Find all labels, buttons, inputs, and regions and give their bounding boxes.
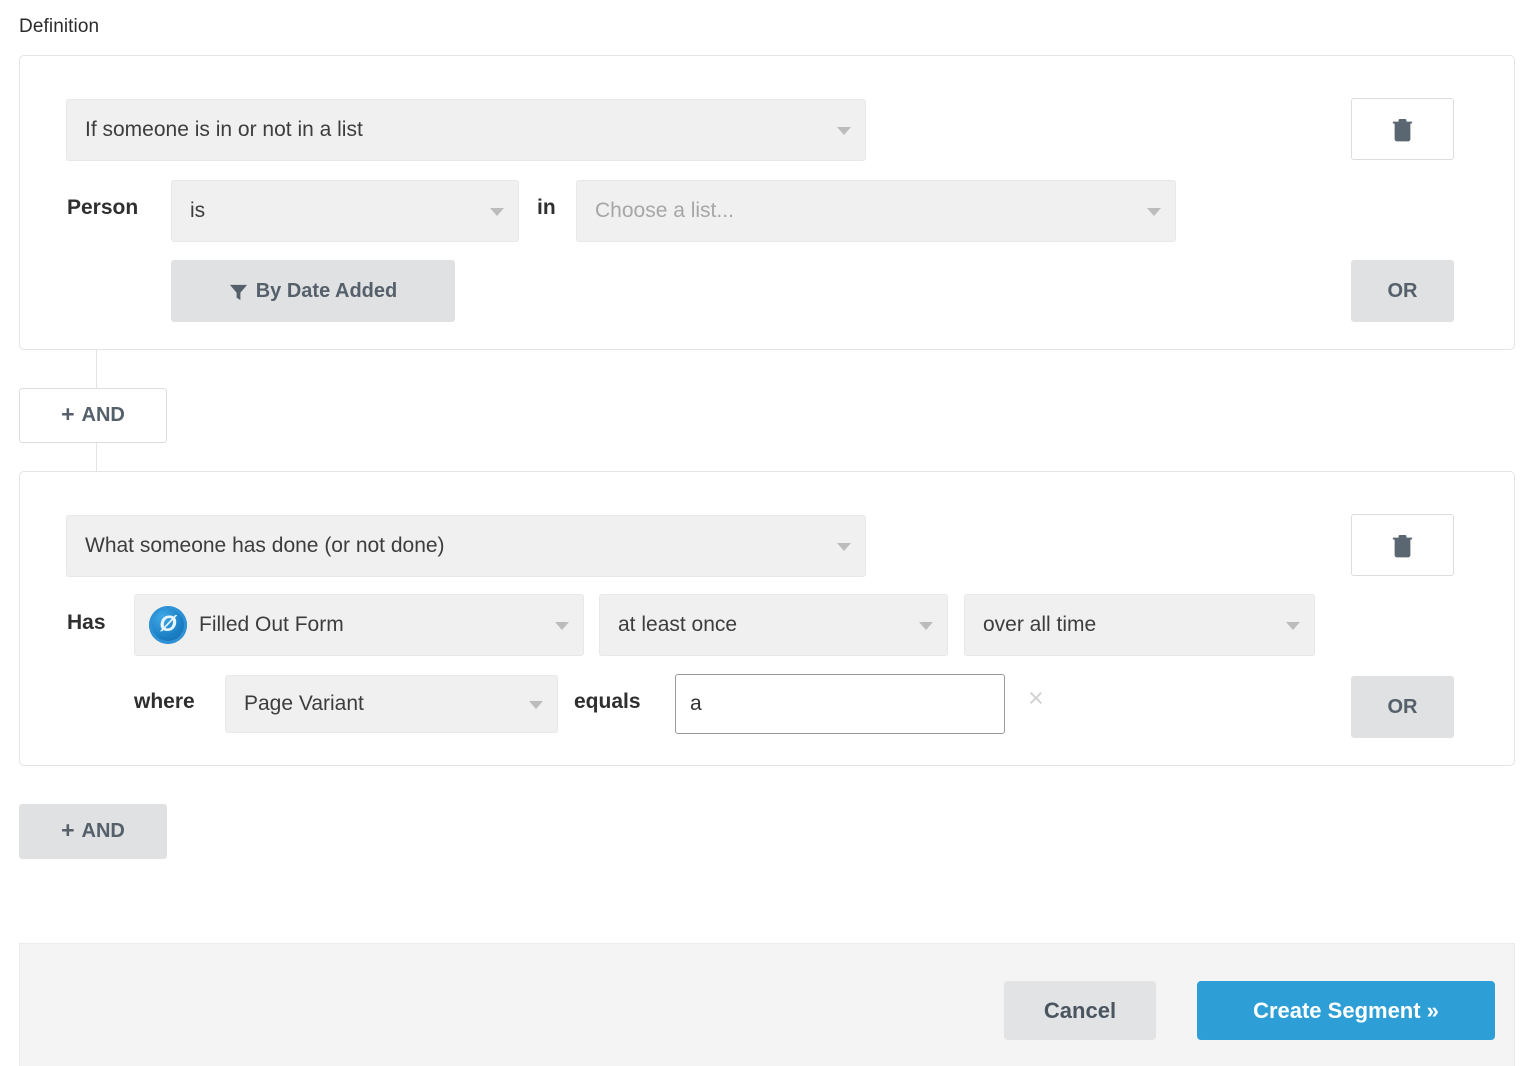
plus-icon: + — [61, 819, 74, 842]
person-operator-select[interactable]: is — [171, 180, 519, 242]
chevron-down-icon — [529, 701, 543, 709]
card-connector-line-bottom — [96, 443, 97, 471]
trash-icon — [1392, 117, 1413, 142]
condition-card-2: What someone has done (or not done) Has … — [19, 471, 1515, 766]
frequency-select[interactable]: at least once — [599, 594, 948, 656]
close-icon[interactable]: × — [1028, 685, 1044, 712]
condition-type-select-1-value: If someone is in or not in a list — [85, 118, 363, 142]
equals-label: equals — [574, 690, 641, 714]
unbounce-badge-glyph: Ø — [159, 613, 176, 635]
or-button-2[interactable]: OR — [1351, 676, 1454, 738]
page-title: Definition — [19, 16, 99, 38]
segment-definition-page: Definition If someone is in or not in a … — [0, 0, 1534, 1066]
or-button-1[interactable]: OR — [1351, 260, 1454, 322]
chevron-down-icon — [490, 208, 504, 216]
chevron-down-icon — [555, 622, 569, 630]
person-operator-value: is — [190, 199, 205, 223]
create-segment-button-label: Create Segment » — [1253, 998, 1439, 1024]
condition-card-1: If someone is in or not in a list Person… — [19, 55, 1515, 350]
card-connector-line-top — [96, 350, 97, 388]
in-label: in — [537, 196, 556, 220]
timeframe-select[interactable]: over all time — [964, 594, 1315, 656]
plus-icon: + — [61, 403, 74, 426]
property-select[interactable]: Page Variant — [225, 675, 558, 733]
list-select[interactable]: Choose a list... — [576, 180, 1176, 242]
chevron-down-icon — [837, 543, 851, 551]
has-label: Has — [67, 611, 106, 635]
chevron-down-icon — [1147, 208, 1161, 216]
list-select-placeholder: Choose a list... — [595, 199, 734, 223]
chevron-down-icon — [1286, 622, 1300, 630]
chevron-down-icon — [837, 127, 851, 135]
condition-type-select-2[interactable]: What someone has done (or not done) — [66, 515, 866, 577]
or-button-2-label: OR — [1388, 696, 1418, 719]
trash-icon — [1392, 533, 1413, 558]
add-and-condition-button-2-label: AND — [82, 820, 125, 843]
where-label: where — [134, 690, 195, 714]
delete-condition-button-2[interactable] — [1351, 514, 1454, 576]
add-and-condition-button-1-label: AND — [82, 404, 125, 427]
condition-type-select-2-value: What someone has done (or not done) — [85, 534, 445, 558]
add-and-condition-button-2[interactable]: + AND — [19, 804, 167, 859]
cancel-button-label: Cancel — [1044, 998, 1116, 1024]
by-date-added-button[interactable]: By Date Added — [171, 260, 455, 322]
or-button-1-label: OR — [1388, 280, 1418, 303]
frequency-select-value: at least once — [618, 613, 737, 637]
property-value-input[interactable] — [675, 674, 1005, 734]
delete-condition-button-1[interactable] — [1351, 98, 1454, 160]
add-and-condition-button-1[interactable]: + AND — [19, 388, 167, 443]
by-date-added-label: By Date Added — [256, 280, 398, 303]
timeframe-select-value: over all time — [983, 613, 1096, 637]
property-select-value: Page Variant — [244, 692, 364, 716]
condition-type-select-1[interactable]: If someone is in or not in a list — [66, 99, 866, 161]
funnel-icon — [229, 283, 248, 302]
person-label: Person — [67, 196, 138, 220]
chevron-down-icon — [919, 622, 933, 630]
cancel-button[interactable]: Cancel — [1004, 981, 1156, 1040]
unbounce-badge-icon: Ø — [149, 606, 187, 644]
footer-bar: Cancel Create Segment » — [19, 943, 1515, 1066]
create-segment-button[interactable]: Create Segment » — [1197, 981, 1495, 1040]
metric-select-value: Filled Out Form — [199, 613, 344, 637]
metric-select[interactable]: Ø Filled Out Form — [134, 594, 584, 656]
